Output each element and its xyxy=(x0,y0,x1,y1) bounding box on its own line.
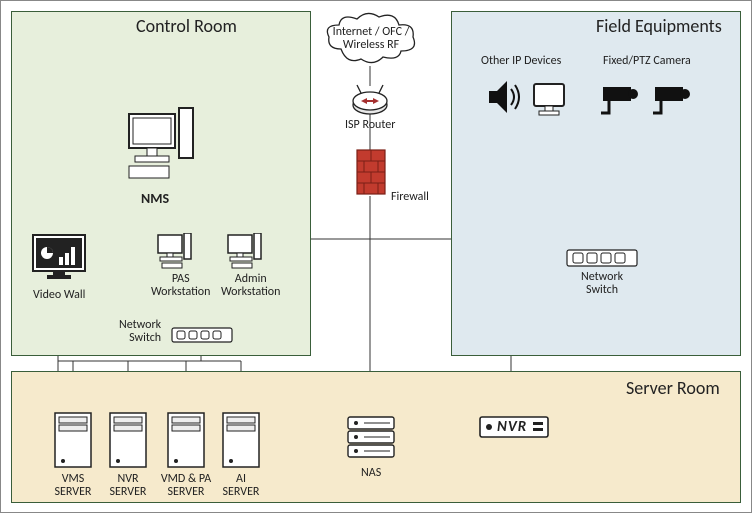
zone-control-room-title: Control Room xyxy=(136,15,237,37)
nvr-server-icon xyxy=(108,411,148,469)
control-network-switch-label: Network Switch xyxy=(119,319,161,345)
pas-workstation-icon xyxy=(156,233,192,269)
nas-icon xyxy=(346,413,396,463)
nms-label: NMS xyxy=(141,191,169,206)
isp-router-label: ISP Router xyxy=(345,119,395,132)
fixed-camera-icon xyxy=(599,81,643,119)
admin-workstation-icon xyxy=(226,233,262,269)
control-network-switch-icon xyxy=(171,327,233,343)
other-ip-devices-label: Other IP Devices xyxy=(481,55,561,68)
video-wall-label: Video Wall xyxy=(33,289,85,302)
nvr-label: NVR xyxy=(497,419,527,436)
vmd-pa-server-icon xyxy=(166,411,206,469)
admin-workstation-label: Admin Workstation xyxy=(221,273,280,299)
zone-field-title: Field Equipments xyxy=(596,15,722,37)
field-network-switch-label: Network Switch xyxy=(581,271,623,297)
internet-cloud-label: Internet / OFC / Wireless RF xyxy=(331,26,411,52)
vms-server-icon xyxy=(53,411,93,469)
pas-workstation-label: PAS Workstation xyxy=(151,273,210,299)
video-wall-icon xyxy=(31,233,87,283)
nvr-server-label: NVR SERVER xyxy=(108,473,148,499)
zone-server-room-title: Server Room xyxy=(626,377,720,399)
ai-server-label: AI SERVER xyxy=(221,473,261,499)
vms-server-label: VMS SERVER xyxy=(53,473,93,499)
nms-computer-icon xyxy=(121,106,201,186)
ip-device-monitor-icon xyxy=(531,81,567,117)
firewall-icon xyxy=(356,149,386,195)
ai-server-icon xyxy=(221,411,261,469)
vmd-pa-server-label: VMD & PA SERVER xyxy=(158,473,214,499)
ptz-camera-icon xyxy=(651,81,695,119)
nas-label: NAS xyxy=(361,467,381,480)
isp-router-icon xyxy=(351,83,389,117)
firewall-label: Firewall xyxy=(391,191,429,204)
field-network-switch-icon xyxy=(566,249,638,267)
network-diagram: Control Room Field Equipments Server Roo… xyxy=(0,0,752,513)
ptz-camera-label: Fixed/PTZ Camera xyxy=(603,55,691,68)
speaker-icon xyxy=(485,77,523,117)
